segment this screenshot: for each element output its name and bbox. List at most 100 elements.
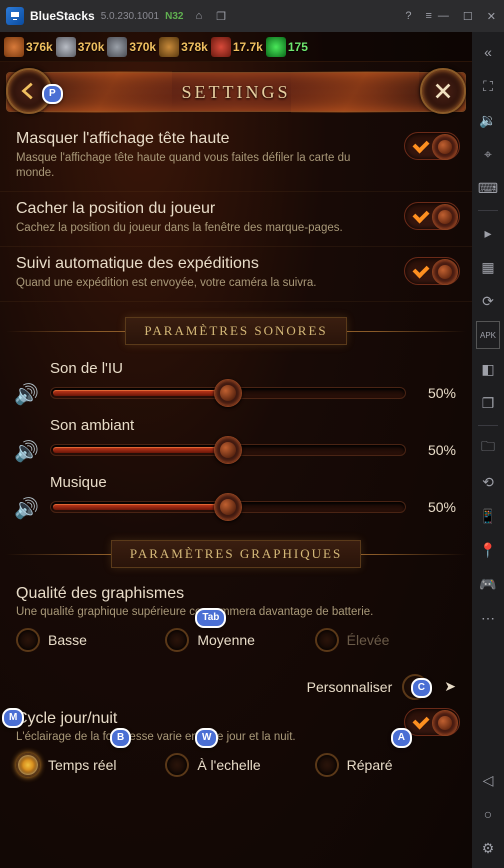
- volume-icon[interactable]: 🔉: [476, 106, 500, 134]
- resource-wood[interactable]: 378k: [159, 37, 208, 57]
- gfx-option-medium[interactable]: Moyenne Tab: [165, 628, 306, 652]
- resource-food[interactable]: 17.7k: [211, 37, 263, 57]
- key-hint-b: B: [110, 728, 131, 748]
- key-hint-a: A: [391, 728, 412, 748]
- install-apk-icon[interactable]: ▸: [476, 219, 500, 247]
- skull-knob-icon: [432, 204, 458, 230]
- resource-copper[interactable]: 376k: [4, 37, 53, 57]
- multi-instance-icon[interactable]: ❐: [476, 389, 500, 417]
- slider-knob-icon[interactable]: [214, 493, 242, 521]
- resource-stone[interactable]: 370k: [107, 37, 156, 57]
- slider-knob-icon[interactable]: [214, 436, 242, 464]
- toggle-auto-follow[interactable]: [404, 257, 460, 285]
- gem-icon: [266, 37, 286, 57]
- skull-knob-icon: [432, 259, 458, 285]
- close-window-icon[interactable]: ✕: [487, 10, 496, 23]
- toggle-hide-player-pos[interactable]: [404, 202, 460, 230]
- bluestacks-titlebar: BlueStacks 5.0.230.1001 N32 ⌂ ❐ ? ≡ — ☐ …: [0, 0, 504, 32]
- arrow-right-icon: ➤: [444, 678, 456, 695]
- help-icon[interactable]: ?: [405, 10, 411, 22]
- gfx-option-low[interactable]: Basse: [16, 628, 157, 652]
- screenshot-icon[interactable]: ▦: [476, 253, 500, 281]
- macro-icon[interactable]: ◧: [476, 355, 500, 383]
- key-hint-tab: Tab: [195, 608, 226, 628]
- radio-icon: [315, 753, 339, 777]
- gfx-customize-row[interactable]: Personnaliser ➤ C: [0, 660, 472, 706]
- settings-icon[interactable]: ⚙: [476, 834, 500, 862]
- slider-label: Son ambiant: [50, 417, 456, 434]
- home-icon[interactable]: ⌂: [195, 10, 202, 23]
- slider-ambient-track[interactable]: [50, 444, 406, 456]
- gfx-option-high[interactable]: Élevée: [315, 628, 456, 652]
- radio-selected-icon: [16, 753, 40, 777]
- slider-music: 🔊 Musique 50%: [0, 468, 472, 525]
- keymap-icon[interactable]: ⌨: [476, 174, 500, 202]
- setting-title: Suivi automatique des expéditions: [16, 255, 456, 273]
- more-icon[interactable]: ⋯: [476, 604, 500, 632]
- rotate-icon[interactable]: ⟲: [476, 468, 500, 496]
- daynight-option-scaled[interactable]: À l'echelle: [165, 753, 306, 777]
- settings-title: SETTINGS: [6, 66, 466, 118]
- radio-icon: [165, 753, 189, 777]
- daynight-title: Cycle jour/nuit: [16, 710, 456, 728]
- fullscreen-icon[interactable]: ⛶: [476, 72, 500, 100]
- daynight-option-fixed[interactable]: Réparé: [315, 753, 456, 777]
- speaker-icon[interactable]: 🔊: [14, 439, 39, 464]
- iron-icon: [56, 37, 76, 57]
- daynight-cycle: Cycle jour/nuit L'éclairage de la forter…: [0, 706, 472, 785]
- slider-music-track[interactable]: [50, 501, 406, 513]
- speaker-icon[interactable]: 🔊: [14, 496, 39, 521]
- gfx-quality: Qualité des graphismes Une qualité graph…: [0, 577, 472, 660]
- home-nav-icon[interactable]: ○: [476, 800, 500, 828]
- key-hint-w: W: [195, 728, 218, 748]
- skull-knob-icon: [432, 710, 458, 736]
- wood-icon: [159, 37, 179, 57]
- radio-icon: [16, 628, 40, 652]
- menu-icon[interactable]: ≡: [425, 10, 431, 22]
- resource-iron[interactable]: 370k: [56, 37, 105, 57]
- bluestacks-version: 5.0.230.1001: [101, 11, 159, 22]
- skull-knob-icon: [432, 134, 458, 160]
- slider-ui-sound-track[interactable]: [50, 387, 406, 399]
- setting-title: Cacher la position du joueur: [16, 200, 456, 218]
- radio-icon: [315, 628, 339, 652]
- lock-cursor-icon[interactable]: ⌖: [476, 140, 500, 168]
- bluestacks-logo-icon: [6, 7, 24, 25]
- stone-icon: [107, 37, 127, 57]
- daynight-option-realtime[interactable]: Temps réel: [16, 753, 157, 777]
- apk-label-icon[interactable]: APK: [476, 321, 500, 349]
- bluestacks-sidebar: « ⛶ 🔉 ⌖ ⌨ ▸ ▦ ⟳ APK ◧ ❐ 🗀 ⟲ 📱 📍 🎮 ⋯ ◁ ○ …: [472, 32, 504, 868]
- close-button[interactable]: [420, 68, 466, 114]
- media-folder-icon[interactable]: 🗀: [476, 434, 500, 462]
- key-hint-m: M: [2, 708, 24, 728]
- radio-icon: [165, 628, 189, 652]
- slider-knob-icon[interactable]: [214, 379, 242, 407]
- slider-value: 50%: [420, 385, 456, 401]
- speaker-icon[interactable]: 🔊: [14, 382, 39, 407]
- resource-bar: 376k 370k 370k 378k 17.7k 175: [0, 32, 472, 62]
- bluestacks-flag: N32: [165, 11, 183, 22]
- slider-label: Musique: [50, 474, 456, 491]
- setting-hide-hud: Masquer l'affichage tête haute Masque l'…: [0, 122, 472, 192]
- setting-desc: Masque l'affichage tête haute quand vous…: [16, 151, 456, 181]
- game-controls-icon[interactable]: 🎮: [476, 570, 500, 598]
- slider-value: 50%: [420, 499, 456, 515]
- settings-header: P SETTINGS: [6, 66, 466, 118]
- resource-gems[interactable]: 175: [266, 37, 308, 57]
- gfx-quality-desc: Une qualité graphique supérieure consomm…: [16, 606, 456, 618]
- back-nav-icon[interactable]: ◁: [476, 766, 500, 794]
- shake-icon[interactable]: 📱: [476, 502, 500, 530]
- minimize-icon[interactable]: —: [438, 10, 449, 23]
- toggle-daynight[interactable]: [404, 708, 460, 736]
- section-graphics: PARAMÈTRES GRAPHIQUES: [6, 537, 466, 571]
- slider-value: 50%: [420, 442, 456, 458]
- slider-label: Son de l'IU: [50, 360, 456, 377]
- toggle-hide-hud[interactable]: [404, 132, 460, 160]
- section-sound: PARAMÈTRES SONORES: [6, 314, 466, 348]
- sync-icon[interactable]: ⟳: [476, 287, 500, 315]
- collapse-icon[interactable]: «: [476, 38, 500, 66]
- slider-ambient: 🔊 Son ambiant 50%: [0, 411, 472, 468]
- recents-icon[interactable]: ❐: [216, 10, 226, 23]
- maximize-icon[interactable]: ☐: [463, 10, 473, 23]
- location-icon[interactable]: 📍: [476, 536, 500, 564]
